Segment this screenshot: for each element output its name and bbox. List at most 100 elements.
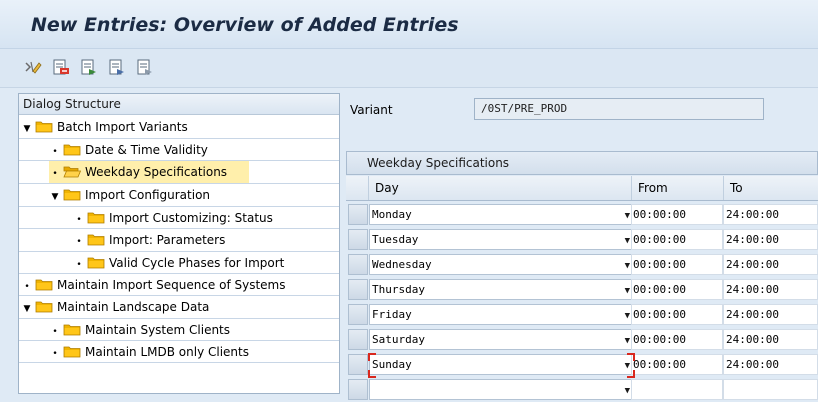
table-header: Day From To: [346, 176, 818, 201]
column-header-day[interactable]: Day: [368, 176, 631, 200]
row-selector[interactable]: [348, 354, 368, 375]
change-display-icon[interactable]: [24, 58, 42, 76]
tree-separator: [19, 318, 339, 319]
tree-item-label: Valid Cycle Phases for Import: [109, 256, 285, 270]
dropdown-arrow-icon[interactable]: ▼: [625, 282, 630, 301]
tree-item[interactable]: ▼ Maintain Landscape Data: [21, 296, 210, 320]
column-header-to[interactable]: To: [723, 176, 818, 200]
day-dropdown[interactable]: Friday ▼: [369, 304, 633, 325]
from-time-field[interactable]: 00:00:00: [631, 304, 723, 325]
table-row: Tuesday ▼ 00:00:00 24:00:00: [346, 227, 818, 252]
folder-icon: [87, 211, 105, 224]
table-row: Saturday ▼ 00:00:00 24:00:00: [346, 327, 818, 352]
to-time-field[interactable]: 24:00:00: [723, 329, 818, 350]
day-value: Saturday: [372, 333, 425, 346]
row-selector[interactable]: [348, 304, 368, 325]
day-value: Wednesday: [372, 258, 432, 271]
to-time-field[interactable]: 24:00:00: [723, 254, 818, 275]
from-time-field[interactable]: 00:00:00: [631, 354, 723, 375]
tree-item[interactable]: • Date & Time Validity: [49, 139, 208, 161]
table-row: Thursday ▼ 00:00:00 24:00:00: [346, 277, 818, 302]
to-time-field[interactable]: 24:00:00: [723, 279, 818, 300]
row-selector[interactable]: [348, 279, 368, 300]
day-dropdown[interactable]: Thursday ▼: [369, 279, 633, 300]
dropdown-arrow-icon[interactable]: ▼: [625, 257, 630, 276]
tree-item[interactable]: • Maintain LMDB only Clients: [49, 341, 249, 363]
to-time-field[interactable]: 24:00:00: [723, 354, 818, 375]
select-all-icon[interactable]: [80, 58, 98, 76]
dropdown-arrow-icon[interactable]: ▼: [625, 232, 630, 251]
folder-icon: [87, 233, 105, 246]
from-time-field[interactable]: 00:00:00: [631, 254, 723, 275]
row-selector[interactable]: [348, 379, 368, 400]
expand-triangle-icon[interactable]: ▼: [21, 298, 33, 320]
to-time-field[interactable]: 24:00:00: [723, 304, 818, 325]
tree-item[interactable]: ▼ Batch Import Variants: [21, 116, 188, 138]
day-dropdown[interactable]: Saturday ▼: [369, 329, 633, 350]
tree-bullet-icon: •: [52, 169, 58, 179]
day-dropdown[interactable]: Monday ▼: [369, 204, 633, 225]
folder-icon: [87, 256, 105, 269]
folder-icon: [63, 143, 81, 156]
from-time-field[interactable]: 00:00:00: [631, 329, 723, 350]
tree-separator: [19, 340, 339, 341]
tree-separator: [19, 273, 339, 274]
deselect-all-icon[interactable]: [136, 58, 154, 76]
day-value: Friday: [372, 308, 412, 321]
expand-triangle-icon[interactable]: ▼: [49, 186, 61, 208]
tree-item-label: Batch Import Variants: [57, 120, 188, 134]
row-selector[interactable]: [348, 254, 368, 275]
to-time-field[interactable]: 24:00:00: [723, 229, 818, 250]
variant-label: Variant: [350, 103, 393, 117]
tree-item[interactable]: • Valid Cycle Phases for Import: [73, 252, 284, 274]
day-dropdown[interactable]: Sunday ▼: [369, 354, 633, 375]
tree-separator: [19, 138, 339, 139]
variant-field[interactable]: /0ST/PRE_PROD: [474, 98, 764, 120]
day-dropdown[interactable]: Tuesday ▼: [369, 229, 633, 250]
tree-item-label: Import Customizing: Status: [109, 211, 273, 225]
title-bar: New Entries: Overview of Added Entries: [0, 0, 818, 49]
from-time-field[interactable]: 00:00:00: [631, 229, 723, 250]
dropdown-arrow-icon[interactable]: ▼: [625, 307, 630, 326]
tree-item[interactable]: • Import: Parameters: [73, 229, 225, 251]
dialog-structure-header: Dialog Structure: [19, 94, 339, 115]
toolbar: [0, 49, 818, 88]
table-row: Sunday ▼ 00:00:00 24:00:00: [346, 352, 818, 378]
tree-item[interactable]: • Weekday Specifications: [49, 161, 249, 183]
to-time-field[interactable]: [723, 379, 818, 400]
table-row: Friday ▼ 00:00:00 24:00:00: [346, 302, 818, 327]
tree-separator: [19, 295, 339, 296]
tree-item-label: Weekday Specifications: [85, 165, 228, 179]
expand-triangle-icon[interactable]: ▼: [21, 118, 33, 140]
dropdown-arrow-icon[interactable]: ▼: [625, 207, 630, 226]
row-selector[interactable]: [348, 229, 368, 250]
dropdown-arrow-icon[interactable]: ▼: [625, 382, 630, 401]
from-time-field[interactable]: [631, 379, 723, 400]
row-selector[interactable]: [348, 329, 368, 350]
tree-item-label: Import: Parameters: [109, 233, 226, 247]
tree-separator: [19, 206, 339, 207]
delete-icon[interactable]: [52, 58, 70, 76]
tree-item[interactable]: • Maintain System Clients: [49, 319, 230, 341]
tree-item[interactable]: ▼ Import Configuration: [49, 184, 211, 208]
row-selector[interactable]: [348, 204, 368, 225]
select-block-icon[interactable]: [108, 58, 126, 76]
tree-item[interactable]: • Maintain Import Sequence of Systems: [21, 274, 285, 296]
day-value: Monday: [372, 208, 412, 221]
from-time-field[interactable]: 00:00:00: [631, 204, 723, 225]
tree-separator: [19, 251, 339, 252]
folder-icon: [63, 188, 81, 201]
column-header-from[interactable]: From: [631, 176, 723, 200]
day-value: Sunday: [372, 358, 412, 371]
day-dropdown[interactable]: ▼: [369, 379, 633, 400]
tree-item-label: Maintain Landscape Data: [57, 300, 210, 314]
from-time-field[interactable]: 00:00:00: [631, 279, 723, 300]
table-row: ▼: [346, 377, 818, 402]
to-time-field[interactable]: 24:00:00: [723, 204, 818, 225]
day-dropdown[interactable]: Wednesday ▼: [369, 254, 633, 275]
dropdown-arrow-icon[interactable]: ▼: [625, 332, 630, 351]
focus-marker: [627, 353, 635, 361]
tree-item[interactable]: • Import Customizing: Status: [73, 207, 273, 229]
table-title: Weekday Specifications: [346, 151, 818, 175]
folder-icon: [63, 323, 81, 336]
